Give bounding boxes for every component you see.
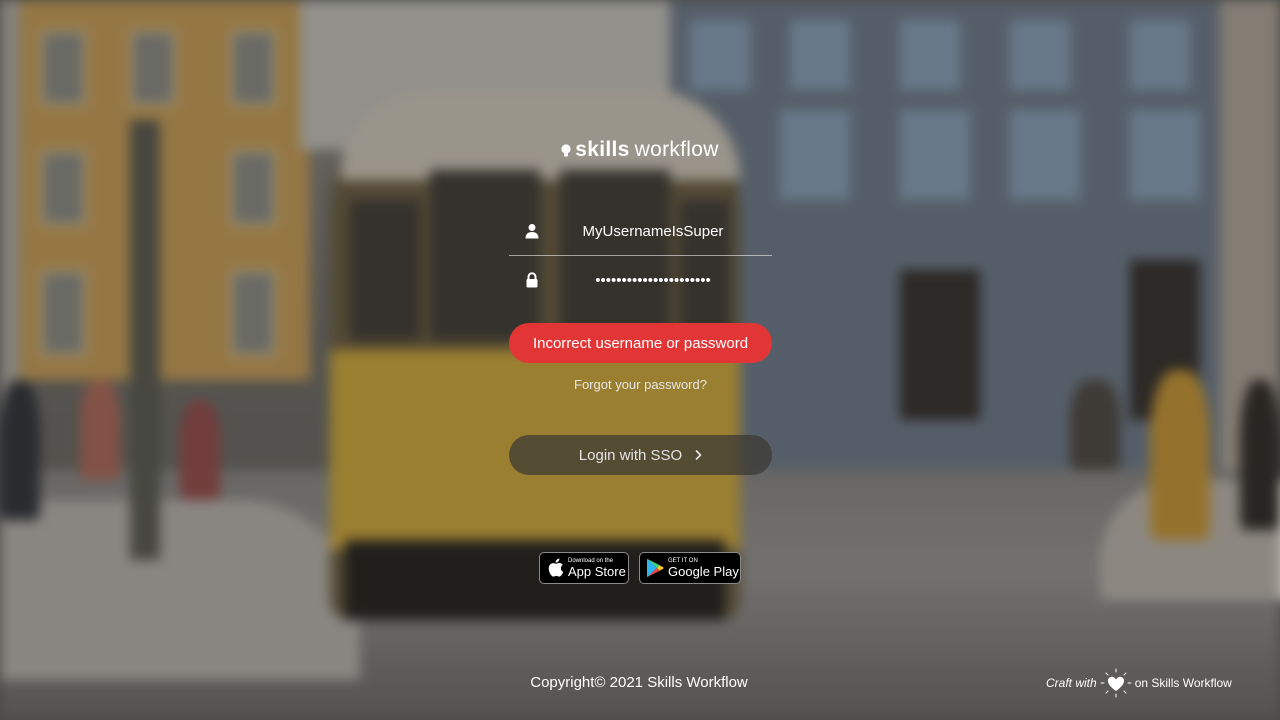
error-message: Incorrect username or password bbox=[509, 323, 772, 363]
login-sso-label: Login with SSO bbox=[578, 446, 683, 464]
login-screen: skills workflow Incorrect username or pa… bbox=[0, 0, 1280, 720]
google-play-icon bbox=[647, 559, 664, 577]
google-play-badge[interactable]: GET IT ON Google Play bbox=[639, 552, 741, 584]
forgot-password-link[interactable]: Forgot your password? bbox=[509, 377, 772, 392]
craft-suffix: on Skills Workflow bbox=[1134, 676, 1232, 690]
apple-icon bbox=[548, 558, 564, 577]
brand-word-workflow: workflow bbox=[634, 138, 719, 161]
app-store-big-text: App Store bbox=[568, 564, 626, 579]
brand-word-skills: skills bbox=[575, 138, 630, 161]
user-icon bbox=[525, 224, 539, 239]
craft-credit: Craft with on Skills Workflow bbox=[1046, 668, 1232, 698]
login-panel: skills workflow Incorrect username or pa… bbox=[0, 0, 1280, 720]
heart-icon bbox=[1100, 668, 1132, 698]
lightbulb-icon bbox=[561, 144, 571, 157]
chevron-right-icon bbox=[695, 449, 702, 461]
password-input[interactable] bbox=[549, 265, 757, 295]
brand-logo: skills workflow bbox=[0, 138, 1280, 162]
username-field bbox=[509, 207, 772, 256]
password-field bbox=[509, 256, 772, 304]
username-input[interactable] bbox=[549, 216, 757, 246]
app-store-badge[interactable]: Download on the App Store bbox=[539, 552, 629, 584]
google-play-big-text: Google Play bbox=[668, 564, 739, 579]
craft-prefix: Craft with bbox=[1046, 676, 1097, 690]
lock-icon bbox=[526, 272, 538, 288]
login-sso-button[interactable]: Login with SSO bbox=[509, 435, 772, 475]
